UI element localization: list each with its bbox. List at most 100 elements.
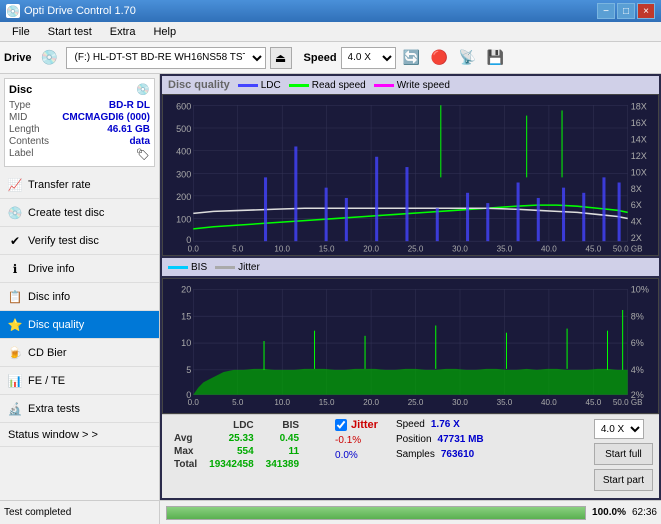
sidebar-item-drive-info[interactable]: ℹ Drive info — [0, 255, 159, 283]
max-bis: 11 — [260, 445, 305, 458]
speed-position-section: Speed 1.76 X Position 47731 MB Samples 7… — [396, 419, 484, 494]
legend-jitter-color — [215, 266, 235, 269]
status-progress-area: 100.0% — [160, 506, 632, 520]
charts-container: 600 500 400 300 200 100 0 18X 16X 14X 12… — [162, 94, 659, 414]
close-button[interactable]: × — [637, 3, 655, 19]
window-controls: − □ × — [597, 3, 655, 19]
legend-read-speed: Read speed — [289, 80, 366, 91]
maximize-button[interactable]: □ — [617, 3, 635, 19]
svg-text:30.0: 30.0 — [452, 398, 468, 407]
disc-info-icon: 📋 — [8, 290, 22, 304]
svg-text:35.0: 35.0 — [497, 245, 513, 254]
svg-text:10%: 10% — [631, 284, 649, 294]
svg-text:5: 5 — [186, 365, 191, 375]
disc-contents-val: data — [129, 136, 150, 147]
title-bar: 💿 Opti Drive Control 1.70 − □ × — [0, 0, 661, 22]
legend-jitter: Jitter — [215, 262, 260, 273]
legend-bis-label: BIS — [191, 262, 207, 273]
samples-value: 763610 — [441, 449, 474, 460]
svg-text:15.0: 15.0 — [319, 398, 335, 407]
disc-type-row: Type BD-R DL — [9, 100, 150, 111]
svg-text:18X: 18X — [631, 102, 647, 112]
svg-text:45.0: 45.0 — [585, 245, 601, 254]
jitter-checkbox[interactable] — [335, 419, 347, 431]
drive-info-label: Drive info — [28, 263, 74, 275]
svg-text:100: 100 — [176, 215, 191, 225]
sidebar-item-extra-tests[interactable]: 🔬 Extra tests — [0, 395, 159, 423]
drive-selector[interactable]: (F:) HL-DT-ST BD-RE WH16NS58 TST4 — [66, 47, 266, 69]
top-chart: 600 500 400 300 200 100 0 18X 16X 14X 12… — [162, 94, 659, 256]
sidebar-item-disc-info[interactable]: 📋 Disc info — [0, 283, 159, 311]
sidebar-item-disc-quality[interactable]: ⭐ Disc quality — [0, 311, 159, 339]
svg-text:4X: 4X — [631, 217, 642, 227]
disc-type-key: Type — [9, 100, 31, 111]
start-buttons-section: 4.0 X Start full Start part — [594, 419, 653, 494]
svg-text:35.0: 35.0 — [497, 398, 513, 407]
sidebar-item-cd-bier[interactable]: 🍺 CD Bier — [0, 339, 159, 367]
fe-te-icon: 📊 — [8, 374, 22, 388]
menu-start-test[interactable]: Start test — [40, 24, 100, 40]
svg-text:12X: 12X — [631, 151, 647, 161]
refresh-button[interactable]: 🔄 — [400, 46, 424, 70]
eject-button[interactable]: ⏏ — [270, 47, 292, 69]
menu-help[interactable]: Help — [145, 24, 184, 40]
legend-read-color — [289, 84, 309, 87]
sidebar-item-fe-te[interactable]: 📊 FE / TE — [0, 367, 159, 395]
legend-ldc: LDC — [238, 80, 281, 91]
disc-label-key: Label — [9, 148, 33, 161]
disc-length-row: Length 46.61 GB — [9, 124, 150, 135]
disc-mid-key: MID — [9, 112, 27, 123]
status-text: Test completed — [4, 507, 71, 518]
start-part-button[interactable]: Start part — [594, 469, 653, 491]
minimize-button[interactable]: − — [597, 3, 615, 19]
svg-text:16X: 16X — [631, 118, 647, 128]
app-icon: 💿 — [6, 4, 20, 18]
extra-tests-icon: 🔬 — [8, 402, 22, 416]
label-icon: 🏷 — [136, 148, 150, 161]
speed-selector[interactable]: 4.0 X — [341, 47, 396, 69]
bottom-chart-svg: 20 15 10 5 0 10% 8% 6% 4% 2% — [163, 279, 658, 413]
svg-text:15.0: 15.0 — [319, 245, 335, 254]
svg-text:500: 500 — [176, 124, 191, 134]
disc-panel-title: Disc — [9, 84, 32, 96]
menu-extra[interactable]: Extra — [102, 24, 144, 40]
svg-text:25.0: 25.0 — [408, 245, 424, 254]
sidebar-item-transfer-rate[interactable]: 📈 Transfer rate — [0, 171, 159, 199]
burn-button[interactable]: 🔴 — [428, 46, 452, 70]
drive-info-icon: ℹ — [8, 262, 22, 276]
scan-button[interactable]: 📡 — [456, 46, 480, 70]
status-window-label: Status window > > — [8, 429, 98, 441]
save-button[interactable]: 💾 — [484, 46, 508, 70]
avg-bis: 0.45 — [260, 432, 305, 445]
cd-bier-icon: 🍺 — [8, 346, 22, 360]
total-ldc: 19342458 — [203, 458, 260, 471]
drive-label: Drive — [4, 52, 32, 64]
svg-text:20.0: 20.0 — [363, 398, 379, 407]
stats-table: LDC BIS Avg 25.33 0.45 Max 554 11 — [168, 419, 317, 494]
svg-text:2X: 2X — [631, 234, 642, 244]
svg-text:15: 15 — [181, 311, 191, 321]
create-disc-label: Create test disc — [28, 207, 104, 219]
svg-text:30.0: 30.0 — [452, 245, 468, 254]
status-time: 62:36 — [632, 507, 661, 518]
avg-label: Avg — [168, 432, 203, 445]
svg-text:5.0: 5.0 — [232, 245, 244, 254]
svg-text:20.0: 20.0 — [363, 245, 379, 254]
toolbar: Drive 💿 (F:) HL-DT-ST BD-RE WH16NS58 TST… — [0, 42, 661, 74]
sidebar-item-verify-test-disc[interactable]: ✔ Verify test disc — [0, 227, 159, 255]
disc-icon: 💿 — [136, 83, 150, 96]
bis-header: BIS — [260, 419, 305, 432]
sidebar-menu: 📈 Transfer rate 💿 Create test disc ✔ Ver… — [0, 171, 159, 423]
sidebar-item-create-test-disc[interactable]: 💿 Create test disc — [0, 199, 159, 227]
create-disc-icon: 💿 — [8, 206, 22, 220]
start-full-button[interactable]: Start full — [594, 443, 653, 465]
status-window-item[interactable]: Status window > > — [0, 423, 159, 447]
main-layout: Disc 💿 Type BD-R DL MID CMCMAGDI6 (000) … — [0, 74, 661, 500]
disc-type-val: BD-R DL — [109, 100, 150, 111]
legend-read-label: Read speed — [312, 80, 366, 91]
menu-file[interactable]: File — [4, 24, 38, 40]
max-label: Max — [168, 445, 203, 458]
svg-text:0.0: 0.0 — [188, 398, 200, 407]
speed-max-selector[interactable]: 4.0 X — [594, 419, 644, 439]
svg-text:14X: 14X — [631, 135, 647, 145]
